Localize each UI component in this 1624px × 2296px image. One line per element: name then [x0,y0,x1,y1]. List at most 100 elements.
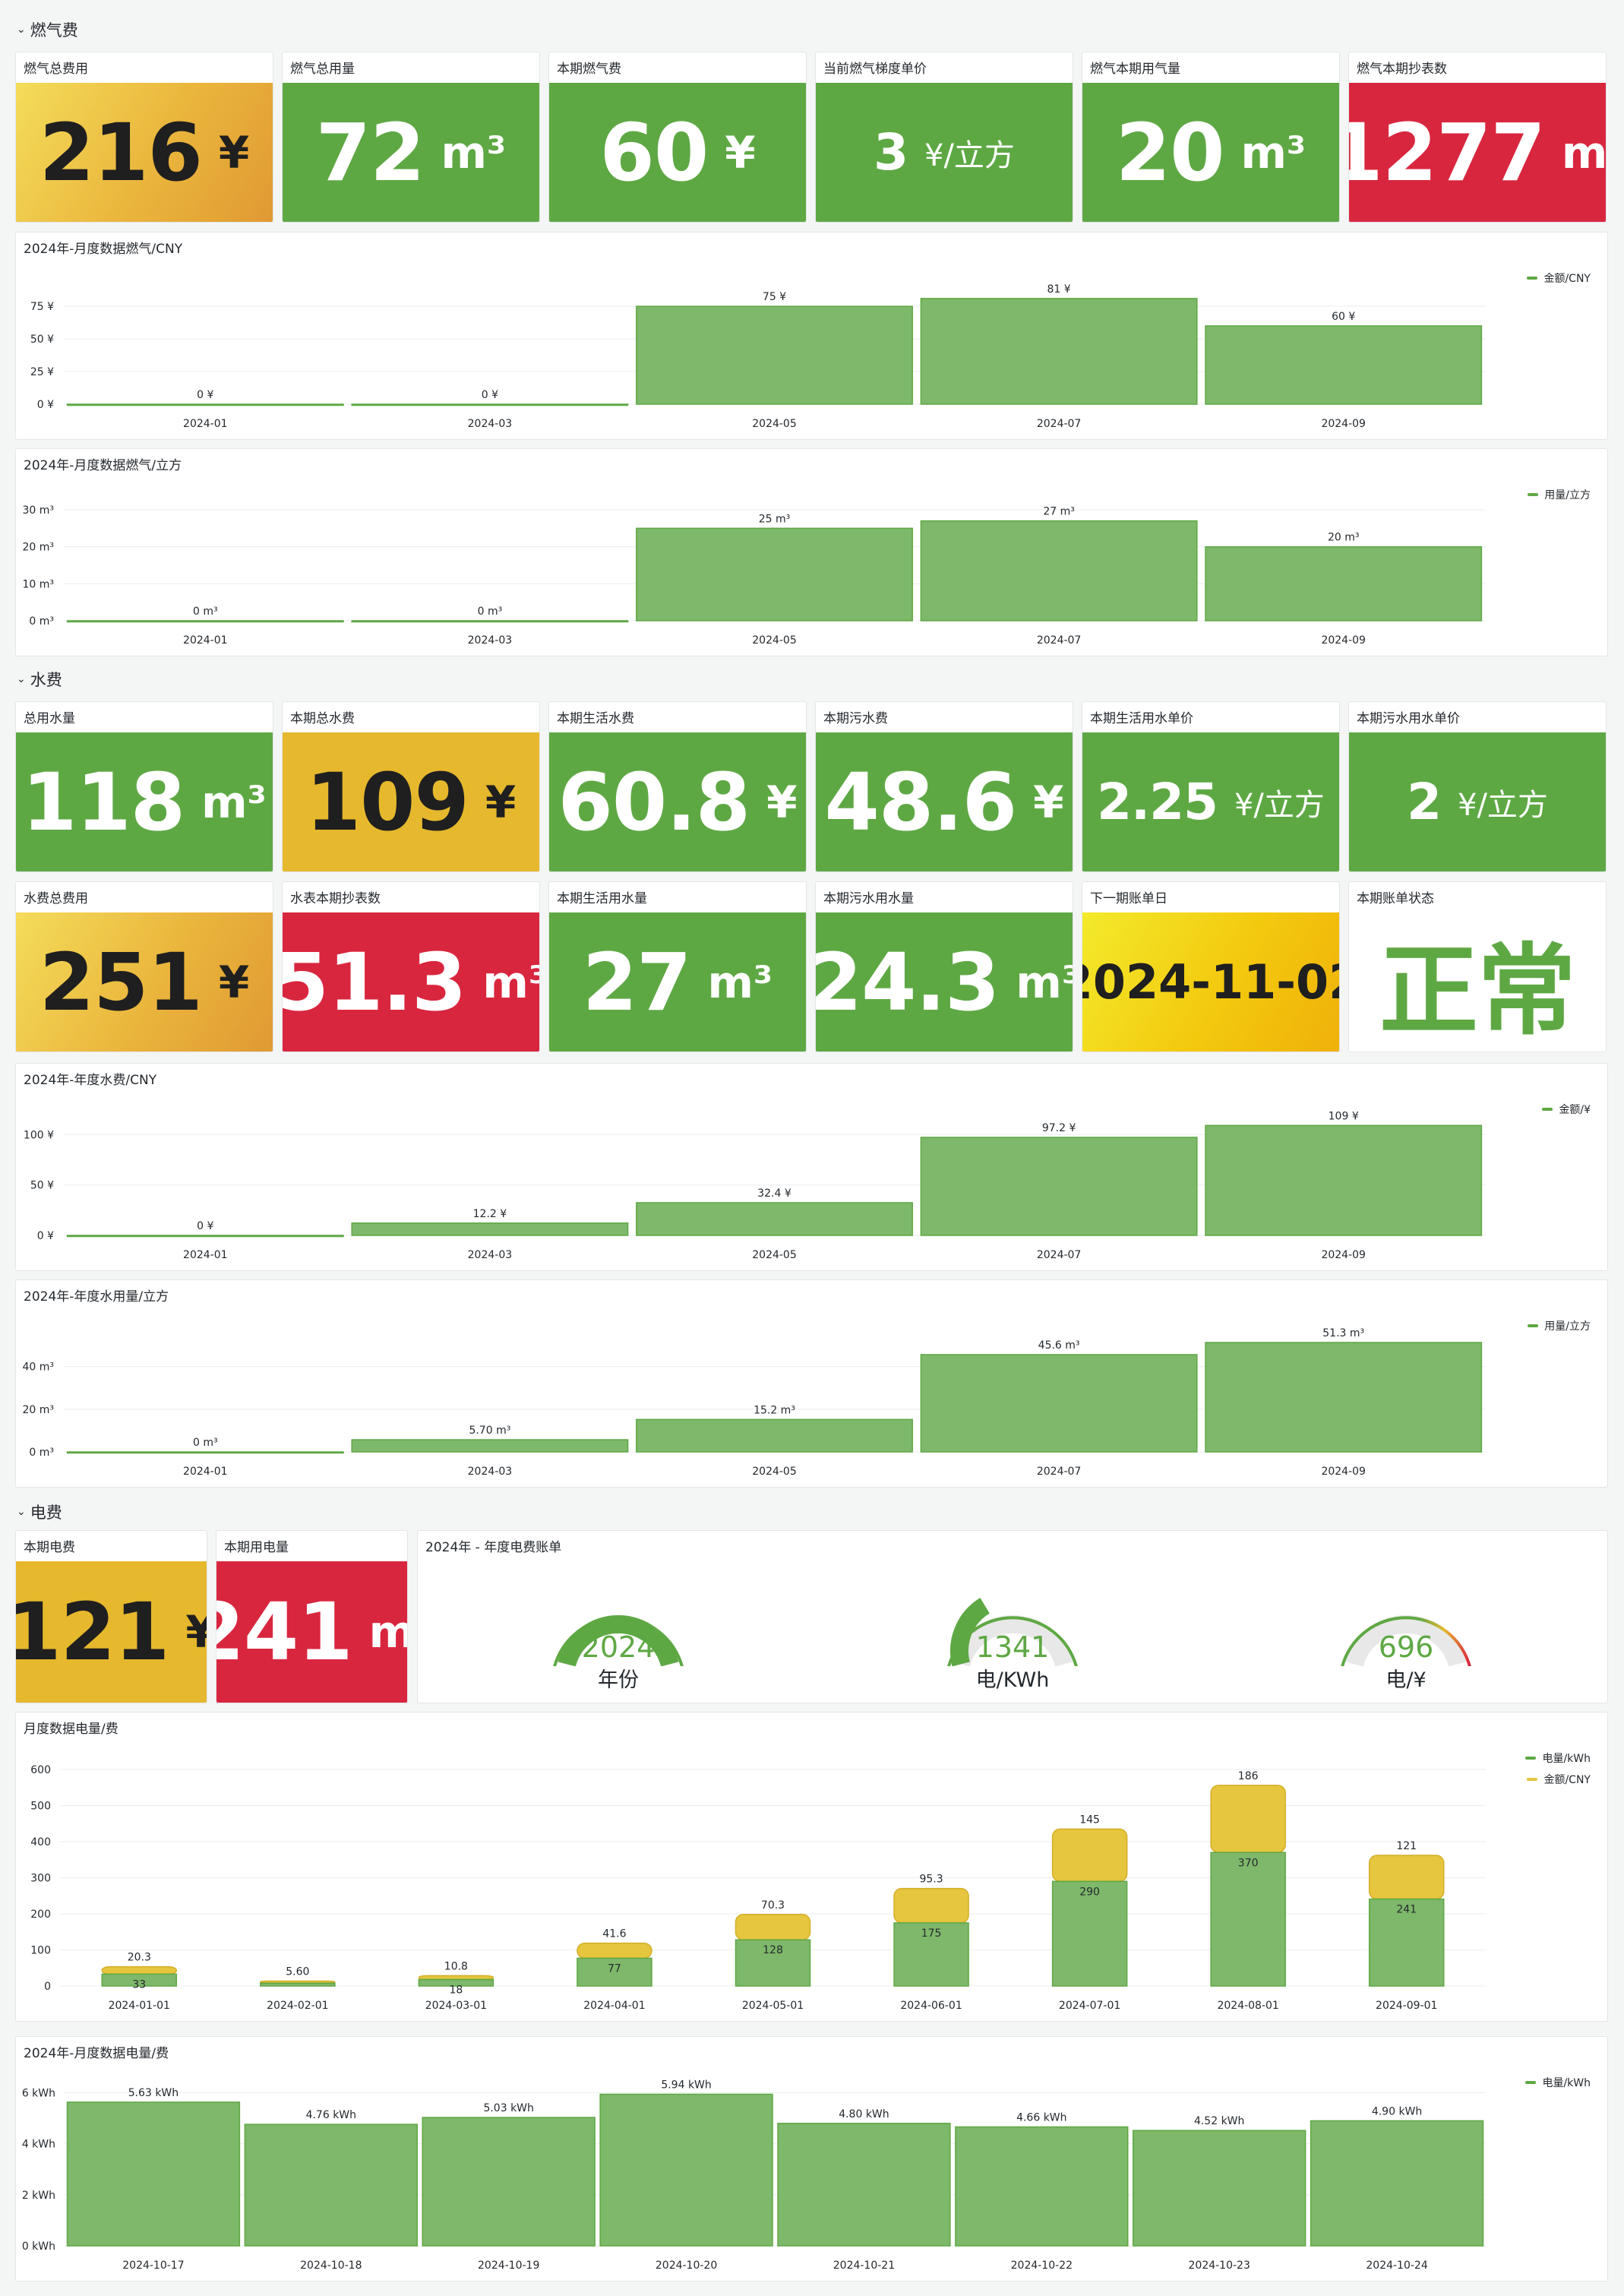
stat-value-area: 48.6 ¥ [816,732,1073,871]
x-tick-label: 2024-03 [468,1249,513,1261]
stat-panel: 本期用电量 241 m³ [216,1530,408,1703]
stat-panel: 水表本期抄表数 51.3 m³ [282,881,540,1052]
x-tick-label: 2024-05-01 [742,2000,804,2012]
section-water[interactable]: ⌄ 水费 [17,668,62,691]
data-label-energy: 290 [1079,1886,1100,1898]
x-tick-label: 2024-03 [468,634,513,647]
data-label-energy: 241 [1396,1904,1417,1916]
data-label-cost: 41.6 [602,1928,626,1940]
y-tick-label: 0 ¥ [37,399,54,411]
section-electric[interactable]: ⌄ 电费 [17,1501,62,1523]
bar-segment-cost [1368,1855,1445,1900]
stat-panel: 总用水量 118 m³ [15,701,273,872]
y-tick-label: 30 m³ [22,504,54,517]
section-gas[interactable]: ⌄ 燃气费 [17,18,78,41]
bar [777,2123,951,2247]
stat-value-area: 60 ¥ [549,83,806,222]
x-tick-label: 2024-07 [1037,634,1082,647]
stat-value-area: 251 ¥ [16,912,273,1052]
data-label: 4.76 kWh [306,2109,356,2121]
y-tick-label: 25 ¥ [30,366,54,378]
stat-panel: 本期生活水费 60.8 ¥ [548,701,807,872]
x-tick-label: 2024-09-01 [1376,2000,1437,2012]
bar-segment-cost [1051,1828,1128,1882]
chart-svg: 0 m³ 20 m³ 40 m³ 0 m³ 2024-01 5.70 m³ 2024-03 1… [22,1327,1486,1478]
data-label-energy: 33 [132,1978,146,1991]
gauge-label: 电/KWh [975,1668,1050,1692]
data-label: 75 ¥ [763,291,786,303]
x-tick-label: 2024-08-01 [1217,2000,1278,2012]
stat-panel: 燃气本期用气量 20 m³ [1082,52,1340,223]
stat-value: 20 [1115,106,1225,199]
stat-value-area: 2024-11-02 [1082,912,1339,1052]
bar [920,1354,1198,1453]
stat-unit: ¥ [218,956,250,1008]
data-label: 45.6 m³ [1038,1339,1080,1352]
x-tick-label: 2024-05 [752,1249,797,1261]
stat-title: 水表本期抄表数 [290,891,381,906]
stat-unit: m³ [369,1606,407,1658]
y-tick-label: 6 kWh [22,2087,55,2099]
data-label-cost: 10.8 [444,1960,468,1972]
stat-value: 121 [15,1586,169,1678]
y-tick-label: 2 kWh [22,2190,55,2202]
data-label: 0 ¥ [197,389,213,401]
data-label: 5.63 kWh [128,2087,179,2099]
bar [636,1418,913,1453]
x-tick-label: 2024-09 [1321,1466,1366,1478]
stat-panel: 燃气本期抄表数 1277 m³ [1348,52,1607,223]
gauge-panel: 2024年 - 年度电费账单 2024 年份 1341 电/KWh 696 电/¥ [417,1530,1608,1703]
y-tick-label: 0 [44,1981,51,1993]
stat-panel: 本期污水用水量 24.3 m³ [815,881,1073,1052]
data-label: 5.03 kWh [483,2102,533,2114]
stat-unit: m³ [441,126,507,179]
bar-segment-cost [1210,1785,1286,1853]
stat-value-area: 2.25 ¥/立方 [1082,732,1339,871]
stat-value-area: 27 m³ [549,912,806,1052]
y-tick-label: 600 [30,1764,51,1776]
stat-unit: ¥ [185,1606,207,1658]
x-tick-label: 2024-10-22 [1011,2260,1073,2272]
y-tick-label: 40 m³ [22,1361,54,1374]
stat-value: 241 [216,1586,353,1678]
data-label: 25 m³ [759,513,791,525]
x-tick-label: 2024-10-17 [122,2260,184,2272]
y-tick-label: 10 m³ [22,578,54,590]
x-tick-label: 2024-03 [468,1466,513,1478]
y-tick-label: 75 ¥ [30,301,54,313]
stat-unit: m³ [1240,126,1306,179]
stat-unit: ¥ [766,776,798,828]
stat-title: 燃气总费用 [24,62,88,77]
y-tick-label: 200 [30,1909,51,1921]
x-tick-label: 2024-01-01 [109,2000,170,2012]
stat-value: 3 [874,123,908,182]
y-tick-label: 0 m³ [29,615,54,628]
stat-value-area: 121 ¥ [16,1561,207,1703]
y-tick-label: 50 ¥ [30,334,54,346]
stat-value-area: 正常 [1349,912,1606,1052]
bar [66,403,344,406]
section-gas-title: 燃气费 [30,21,78,40]
stat-value: 2.25 [1097,773,1218,831]
stat-value: 109 [305,755,469,849]
y-tick-label: 400 [30,1836,51,1849]
x-tick-label: 2024-04-01 [583,2000,645,2012]
data-label: 0 ¥ [197,1220,213,1232]
stat-value: 1277 [1348,106,1546,199]
data-label-energy: 77 [608,1962,621,1975]
gauge-value: 1341 [976,1630,1050,1664]
data-label: 60 ¥ [1332,311,1355,323]
stat-title: 燃气本期用气量 [1090,62,1180,77]
stat-panel: 本期燃气费 60 ¥ [548,52,807,223]
data-label: 0 m³ [193,606,218,618]
water-cost-chart: 2024年-年度水费/CNY 金额/¥ 0 ¥50 ¥100 ¥0 ¥2024-01… [15,1063,1608,1271]
bar [1133,2130,1306,2247]
gauge-panel-title: 2024年 - 年度电费账单 [425,1540,562,1555]
y-tick-label: 0 ¥ [37,1230,54,1242]
chart-svg: 0 kWh 2 kWh 4 kWh 6 kWh 5.63 kWh 2024-10-17 4.… [22,2079,1486,2272]
stat-panel: 下一期账单日 2024-11-02 [1082,881,1340,1052]
data-label-cost: 20.3 [128,1952,151,1964]
data-label: 5.70 m³ [469,1425,510,1437]
y-tick-label: 50 ¥ [30,1180,54,1192]
stat-value: 48.6 [824,755,1018,849]
